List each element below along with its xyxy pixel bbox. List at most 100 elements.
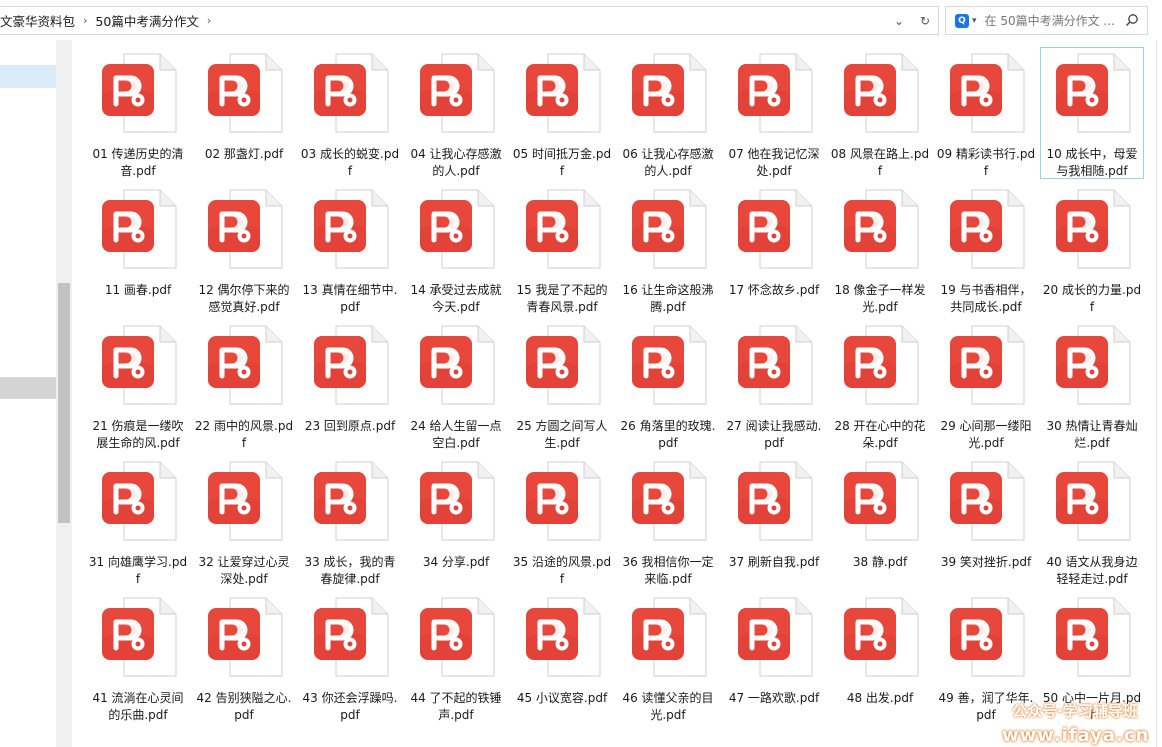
file-name: 37 刷新自我.pdf	[728, 555, 820, 569]
file-item[interactable]: 34 分享.pdf	[404, 455, 508, 587]
file-item[interactable]: 18 像金子一样发光.pdf	[828, 183, 932, 315]
file-item[interactable]: 45 小议宽容.pdf	[510, 591, 614, 723]
pdf-file-icon	[314, 189, 389, 269]
file-item[interactable]: 39 笑对挫折.pdf	[934, 455, 1038, 587]
breadcrumb-separator[interactable]: ›	[83, 14, 87, 27]
pdf-file-icon	[738, 461, 813, 541]
pdf-file-icon	[526, 597, 601, 677]
breadcrumb-root[interactable]: 文豪华资料包	[0, 11, 75, 30]
pdf-file-icon	[420, 189, 495, 269]
pdf-file-icon	[1056, 597, 1131, 677]
file-name: 31 向雄鹰学习.pdf	[88, 555, 188, 586]
file-item[interactable]: 32 让爱穿过心灵深处.pdf	[192, 455, 296, 587]
file-name: 21 伤痕是一缕吹展生命的风.pdf	[92, 419, 184, 450]
file-item[interactable]: 30 热情让青春灿烂.pdf	[1040, 319, 1144, 451]
breadcrumb-current[interactable]: 50篇中考满分作文	[95, 11, 198, 30]
file-item[interactable]: 40 语文从我身边轻轻走过.pdf	[1040, 455, 1144, 587]
file-item[interactable]: 11 画春.pdf	[86, 183, 190, 315]
file-name: 09 精彩读书行.pdf	[936, 147, 1036, 178]
file-item[interactable]: 33 成长，我的青春旋律.pdf	[298, 455, 402, 587]
breadcrumb-separator-trailing[interactable]: ›	[207, 14, 211, 27]
file-name: 03 成长的蜕变.pdf	[300, 147, 400, 178]
nav-item-highlight[interactable]	[0, 377, 56, 399]
pdf-file-icon	[526, 461, 601, 541]
file-item[interactable]: 17 怀念故乡.pdf	[722, 183, 826, 315]
search-scope-dropdown-icon[interactable]: ▾	[972, 16, 977, 26]
file-name: 23 回到原点.pdf	[304, 419, 396, 433]
file-item[interactable]: 13 真情在细节中.pdf	[298, 183, 402, 315]
file-item[interactable]: 26 角落里的玫瑰.pdf	[616, 319, 720, 451]
file-item[interactable]: 21 伤痕是一缕吹展生命的风.pdf	[86, 319, 190, 451]
file-item[interactable]: 05 时间抵万金.pdf	[510, 47, 614, 179]
pdf-file-icon	[420, 461, 495, 541]
search-box[interactable]: Q ▾	[945, 6, 1148, 35]
file-item[interactable]: 46 读懂父亲的目光.pdf	[616, 591, 720, 723]
nav-item-selected[interactable]	[0, 65, 56, 88]
pdf-file-icon	[844, 597, 919, 677]
pdf-file-icon	[420, 53, 495, 133]
file-item[interactable]: 44 了不起的铁锤声.pdf	[404, 591, 508, 723]
pdf-file-icon	[102, 325, 177, 405]
file-item[interactable]: 29 心间那一缕阳光.pdf	[934, 319, 1038, 451]
file-item[interactable]: 19 与书香相伴，共同成长.pdf	[934, 183, 1038, 315]
file-name: 04 让我心存感激的人.pdf	[410, 147, 502, 178]
file-item[interactable]: 01 传递历史的清音.pdf	[86, 47, 190, 179]
file-item[interactable]: 27 阅读让我感动.pdf	[722, 319, 826, 451]
file-item[interactable]: 41 流淌在心灵间的乐曲.pdf	[86, 591, 190, 723]
file-item[interactable]: 03 成长的蜕变.pdf	[298, 47, 402, 179]
file-item[interactable]: 48 出发.pdf	[828, 591, 932, 723]
file-name: 44 了不起的铁锤声.pdf	[410, 691, 502, 722]
navigation-pane[interactable]	[0, 40, 56, 747]
file-item[interactable]: 24 给人生留一点空白.pdf	[404, 319, 508, 451]
file-item[interactable]: 38 静.pdf	[828, 455, 932, 587]
search-icon[interactable]	[1125, 13, 1139, 27]
pdf-file-icon	[1056, 53, 1131, 133]
file-name: 11 画春.pdf	[104, 283, 172, 297]
file-item[interactable]: 43 你还会浮躁吗.pdf	[298, 591, 402, 723]
refresh-icon[interactable]: ↻	[912, 7, 938, 34]
pdf-file-icon	[844, 189, 919, 269]
file-item[interactable]: 14 承受过去成就今天.pdf	[404, 183, 508, 315]
navigation-scrollbar[interactable]	[56, 40, 72, 747]
file-grid[interactable]: 01 传递历史的清音.pdf 02 那盏灯.pdf 03 成长的蜕变.pdf 04 让…	[86, 47, 1152, 747]
pdf-file-icon	[738, 189, 813, 269]
file-item[interactable]: 28 开在心中的花朵.pdf	[828, 319, 932, 451]
file-item[interactable]: 08 风景在路上.pdf	[828, 47, 932, 179]
file-item[interactable]: 22 雨中的风景.pdf	[192, 319, 296, 451]
pdf-file-icon	[526, 53, 601, 133]
file-name: 45 小议宽容.pdf	[516, 691, 608, 705]
pdf-file-icon	[950, 461, 1025, 541]
file-item[interactable]: 37 刷新自我.pdf	[722, 455, 826, 587]
file-item[interactable]: 04 让我心存感激的人.pdf	[404, 47, 508, 179]
file-item[interactable]: 20 成长的力量.pdf	[1040, 183, 1144, 315]
file-item[interactable]: 07 他在我记忆深处.pdf	[722, 47, 826, 179]
file-item[interactable]: 06 让我心存感激的人.pdf	[616, 47, 720, 179]
pdf-file-icon	[526, 325, 601, 405]
scrollbar-thumb[interactable]	[58, 283, 70, 523]
file-item[interactable]: 23 回到原点.pdf	[298, 319, 402, 451]
search-app-icon[interactable]: Q	[955, 13, 969, 28]
file-item[interactable]: 35 沿途的风景.pdf	[510, 455, 614, 587]
file-item[interactable]: 47 一路欢歌.pdf	[722, 591, 826, 723]
file-item[interactable]: 36 我相信你一定来临.pdf	[616, 455, 720, 587]
file-item[interactable]: 42 告别狭隘之心.pdf	[192, 591, 296, 723]
file-item[interactable]: 25 方圆之间写人生.pdf	[510, 319, 614, 451]
file-item[interactable]: 15 我是了不起的青春风景.pdf	[510, 183, 614, 315]
file-name: 24 给人生留一点空白.pdf	[410, 419, 502, 450]
file-item[interactable]: 02 那盏灯.pdf	[192, 47, 296, 179]
search-input[interactable]	[984, 13, 1115, 28]
file-name: 20 成长的力量.pdf	[1042, 283, 1142, 314]
file-item[interactable]: 16 让生命这般沸腾.pdf	[616, 183, 720, 315]
pdf-file-icon	[844, 325, 919, 405]
file-item[interactable]: 09 精彩读书行.pdf	[934, 47, 1038, 179]
file-name: 06 让我心存感激的人.pdf	[622, 147, 714, 178]
address-dropdown-icon[interactable]: ⌄	[886, 7, 912, 34]
pdf-file-icon	[102, 189, 177, 269]
file-name: 02 那盏灯.pdf	[204, 147, 284, 161]
address-bar[interactable]: 文豪华资料包 › 50篇中考满分作文 › ⌄ ↻	[0, 6, 939, 35]
file-name: 46 读懂父亲的目光.pdf	[622, 691, 714, 722]
file-item[interactable]: 10 成长中，母爱与我相随.pdf	[1040, 47, 1144, 179]
file-item[interactable]: 31 向雄鹰学习.pdf	[86, 455, 190, 587]
file-item[interactable]: 12 偶尔停下来的感觉真好.pdf	[192, 183, 296, 315]
window-edge	[1156, 40, 1157, 747]
